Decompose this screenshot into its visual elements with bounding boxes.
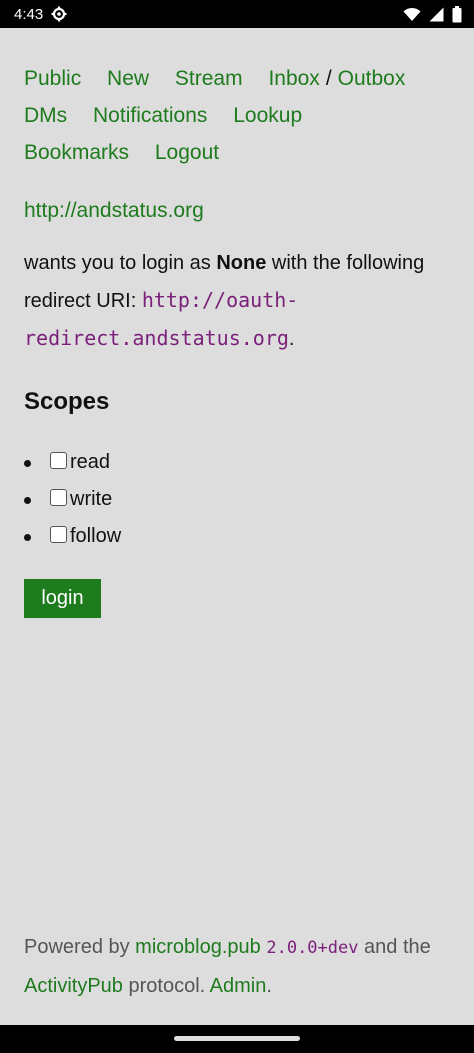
- bullet-icon: [24, 460, 31, 467]
- footer-activitypub-link[interactable]: ActivityPub: [24, 975, 123, 997]
- auth-intro: wants you to login as None with the foll…: [24, 245, 454, 358]
- footer-and-the: and the: [358, 936, 431, 958]
- intro-prefix: wants you to login as: [24, 252, 217, 274]
- footer-version: 2.0.0+dev: [266, 938, 359, 958]
- bullet-icon: [24, 497, 31, 504]
- nav-bookmarks-link[interactable]: Bookmarks: [24, 141, 129, 164]
- intro-suffix: .: [288, 328, 295, 350]
- nav-logout-link[interactable]: Logout: [155, 141, 219, 164]
- nav-new-link[interactable]: New: [107, 67, 149, 90]
- intro-user: None: [216, 252, 267, 274]
- scope-follow-label: follow: [70, 525, 122, 547]
- system-nav-bar: [0, 1025, 474, 1053]
- login-button[interactable]: login: [24, 579, 101, 618]
- footer-end: .: [266, 975, 272, 997]
- nav-lookup-link[interactable]: Lookup: [233, 104, 302, 127]
- status-right: [403, 5, 462, 23]
- battery-icon: [452, 5, 462, 23]
- scope-write-label: write: [70, 488, 113, 510]
- wifi-icon: [403, 7, 421, 22]
- home-indicator[interactable]: [174, 1036, 300, 1041]
- scope-item-write: write: [24, 481, 454, 518]
- scope-read-label: read: [70, 451, 111, 473]
- footer-powered-by: Powered by: [24, 936, 136, 958]
- scope-item-follow: follow: [24, 518, 454, 555]
- nav-stream-link[interactable]: Stream: [175, 67, 243, 90]
- scope-write-checkbox[interactable]: [50, 489, 67, 506]
- main-nav: Public New Stream Inbox / Outbox DMs Notif…: [24, 60, 454, 171]
- bullet-icon: [24, 534, 31, 541]
- footer-protocol-text: protocol.: [122, 975, 210, 997]
- settings-gear-icon: [51, 6, 67, 22]
- nav-inbox-link[interactable]: Inbox: [268, 67, 319, 90]
- scope-item-read: read: [24, 444, 454, 481]
- main-content: Public New Stream Inbox / Outbox DMs Notif…: [24, 60, 454, 618]
- status-bar: 4:43: [0, 0, 474, 28]
- nav-separator: /: [325, 67, 332, 90]
- scope-follow-checkbox[interactable]: [50, 526, 67, 543]
- scopes-heading: Scopes: [24, 388, 110, 415]
- status-time: 4:43: [14, 5, 44, 23]
- nav-outbox-link[interactable]: Outbox: [338, 67, 406, 90]
- signal-icon: [429, 7, 444, 22]
- footer-admin-link[interactable]: Admin: [210, 975, 267, 997]
- scope-list: read write follow: [24, 444, 454, 555]
- scope-read-checkbox[interactable]: [50, 452, 67, 469]
- footer: Powered by microblog.pub 2.0.0+dev and t…: [24, 928, 454, 1005]
- nav-notifications-link[interactable]: Notifications: [93, 104, 207, 127]
- client-url-link[interactable]: http://andstatus.org: [24, 199, 204, 222]
- status-left: 4:43: [14, 6, 67, 23]
- nav-dms-link[interactable]: DMs: [24, 104, 67, 127]
- footer-app-link[interactable]: microblog.pub: [135, 936, 261, 958]
- client-url-block: http://andstatus.org: [24, 199, 454, 223]
- nav-public-link[interactable]: Public: [24, 67, 81, 90]
